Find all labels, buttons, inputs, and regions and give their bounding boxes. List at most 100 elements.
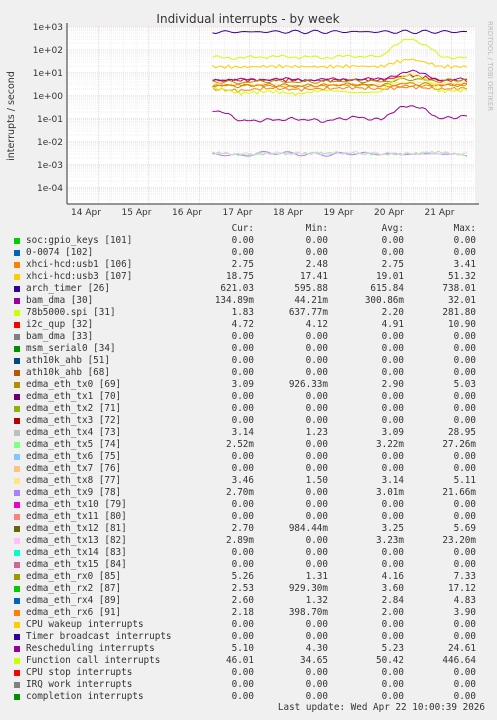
legend-avg: 0.00 [381, 559, 404, 570]
legend-row: edma_eth_tx6 [75] 0.00 0.00 0.00 0.00 [12, 451, 492, 463]
legend-max: 0.00 [453, 331, 476, 342]
legend-avg: 3.14 [381, 475, 404, 486]
legend-cur: 0.00 [231, 391, 254, 402]
legend-avg: 0.00 [381, 247, 404, 258]
legend-name: edma_eth_rx2 [87] [26, 583, 122, 594]
chart-title: Individual interrupts - by week [156, 12, 339, 26]
y-ticks: 1e+03 1e+02 1e+01 1e+00 1e-01 1e-02 1e-03 1e-04 [33, 23, 64, 194]
legend-cur: 0.00 [231, 631, 254, 642]
legend-avg: 4.16 [381, 571, 404, 582]
legend-cur: 0.00 [231, 367, 254, 378]
legend-min: 0.00 [305, 631, 328, 642]
legend-cur: 3.14 [231, 427, 254, 438]
legend-name: edma_eth_rx6 [91] [26, 607, 122, 618]
legend-swatch [14, 418, 20, 424]
legend-swatch [14, 478, 20, 484]
legend-name: msm_serial0 [34] [26, 343, 116, 354]
legend-max: 0.00 [453, 631, 476, 642]
legend-avg: 3.25 [381, 523, 404, 534]
legend-cur: 0.00 [231, 331, 254, 342]
chart: Individual interrupts - by week interrup… [6, 12, 494, 218]
legend-min: 0.00 [305, 463, 328, 474]
legend-max: 24.61 [448, 643, 476, 654]
legend-name: edma_eth_rx0 [85] [26, 571, 122, 582]
legend-swatch [14, 574, 20, 580]
legend-row: 0-0074 [102] 0.00 0.00 0.00 0.00 [12, 247, 492, 259]
legend-cur: 1.83 [231, 307, 254, 318]
legend-name: edma_eth_tx14 [83] [26, 547, 127, 558]
legend-row: CPU wakeup interrupts 0.00 0.00 0.00 0.00 [12, 619, 492, 631]
legend-min: 984.44m [288, 523, 328, 534]
legend-row: edma_eth_tx15 [84] 0.00 0.00 0.00 0.00 [12, 559, 492, 571]
legend-min: 0.00 [305, 535, 328, 546]
legend-swatch [14, 646, 20, 652]
legend-avg: 615.84 [370, 283, 404, 294]
legend-min: 0.00 [305, 511, 328, 522]
x-tick-label: 20 Apr [374, 208, 404, 218]
legend-row: i2c_qup [32] 4.72 4.12 4.91 10.90 [12, 319, 492, 331]
legend-swatch [14, 238, 20, 244]
y-tick-label: 1e-01 [37, 115, 63, 125]
legend-max: 32.01 [448, 295, 476, 306]
legend-avg: 0.00 [381, 343, 404, 354]
legend-avg: 0.00 [381, 367, 404, 378]
legend-row: xhci-hcd:usb3 [107] 18.75 17.41 19.01 51.32 [12, 271, 492, 283]
legend-row: edma_eth_tx7 [76] 0.00 0.00 0.00 0.00 [12, 463, 492, 475]
legend-name: ath10k_ahb [51] [26, 355, 110, 366]
legend-avg: 2.00 [381, 607, 404, 618]
legend-min: 0.00 [305, 403, 328, 414]
legend-avg: 0.00 [381, 499, 404, 510]
legend-swatch [14, 562, 20, 568]
legend-swatch [14, 286, 20, 292]
legend-row: edma_eth_tx12 [81] 2.70 984.44m 3.25 5.69 [12, 523, 492, 535]
legend-swatch [14, 670, 20, 676]
legend-min: 0.00 [305, 667, 328, 678]
legend-min: 0.00 [305, 451, 328, 462]
legend-swatch [14, 346, 20, 352]
legend-avg: 0.00 [381, 619, 404, 630]
legend-swatch [14, 370, 20, 376]
legend-max: 0.00 [453, 415, 476, 426]
y-axis-label: interrupts / second [6, 71, 17, 161]
legend-header-cur: Cur: [231, 223, 254, 234]
legend-cur: 0.00 [231, 235, 254, 246]
x-tick-label: 15 Apr [122, 208, 152, 218]
legend-cur: 46.01 [226, 655, 254, 666]
legend-max: 4.83 [453, 595, 476, 606]
legend-max: 738.01 [442, 283, 476, 294]
y-tick-label: 1e+00 [33, 92, 64, 102]
y-tick-label: 1e+03 [33, 23, 63, 33]
legend-name: edma_eth_tx9 [78] [26, 487, 122, 498]
legend-max: 0.00 [453, 403, 476, 414]
legend-min: 0.00 [305, 247, 328, 258]
legend-row: CPU stop interrupts 0.00 0.00 0.00 0.00 [12, 667, 492, 679]
legend-name: bam_dma [30] [26, 295, 94, 306]
legend-avg: 0.00 [381, 415, 404, 426]
legend-name: edma_eth_tx15 [84] [26, 559, 127, 570]
legend-cur: 2.75 [231, 259, 254, 270]
legend-avg: 0.00 [381, 355, 404, 366]
y-tick-label: 1e+01 [33, 69, 63, 79]
x-tick-label: 21 Apr [425, 208, 455, 218]
legend-name: bam_dma [33] [26, 331, 94, 342]
legend-min: 4.30 [305, 643, 328, 654]
legend-row: msm_serial0 [34] 0.00 0.00 0.00 0.00 [12, 343, 492, 355]
legend-cur: 2.70m [226, 487, 254, 498]
legend-avg: 2.20 [381, 307, 404, 318]
legend-name: edma_eth_rx4 [89] [26, 595, 122, 606]
legend-name: 78b5000.spi [31] [26, 307, 116, 318]
legend: Cur: Min: Avg: Max: soc:gpio_keys [101] 0… [12, 223, 492, 703]
legend-min: 0.00 [305, 559, 328, 570]
legend-cur: 2.53 [231, 583, 254, 594]
legend-avg: 0.00 [381, 451, 404, 462]
legend-name: edma_eth_tx7 [76] [26, 463, 122, 474]
legend-cur: 5.10 [231, 643, 254, 654]
legend-swatch [14, 262, 20, 268]
legend-row: edma_eth_tx8 [77] 3.46 1.50 3.14 5.11 [12, 475, 492, 487]
legend-name: edma_eth_tx0 [69] [26, 379, 122, 390]
legend-max: 0.00 [453, 559, 476, 570]
legend-name: xhci-hcd:usb3 [107] [26, 271, 133, 282]
legend-header-min: Min: [305, 223, 328, 234]
legend-cur: 3.46 [231, 475, 254, 486]
legend-avg: 300.86m [364, 295, 404, 306]
